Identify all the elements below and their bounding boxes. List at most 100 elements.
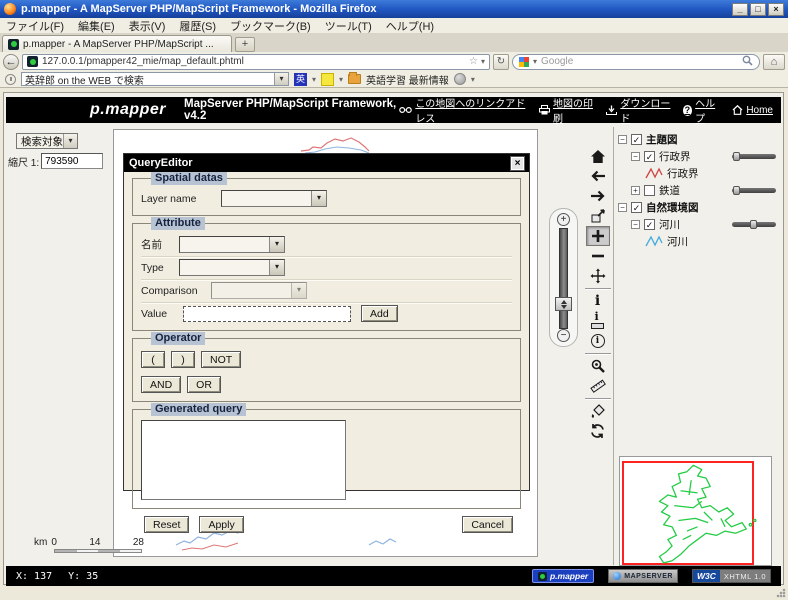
not-button[interactable]: NOT <box>201 351 241 368</box>
collapse-icon[interactable]: − <box>631 220 640 229</box>
layer-checkbox[interactable]: ✓ <box>631 202 642 213</box>
bookmark-item[interactable]: 英語学習 最新情報 <box>366 72 449 87</box>
badge-caret-icon[interactable]: ▾ <box>312 75 316 84</box>
add-button[interactable]: Add <box>361 305 398 322</box>
type-select[interactable]: ▾ <box>179 259 285 276</box>
layer-checkbox[interactable]: ✓ <box>631 134 642 145</box>
quick-search-field[interactable]: 英辞郎 on the WEB で検索 ▾ <box>21 72 289 86</box>
close-paren-button[interactable]: ) <box>171 351 195 368</box>
scale-input[interactable] <box>41 153 103 169</box>
link-map-address[interactable]: この地図へのリンクアドレス <box>399 95 528 125</box>
and-button[interactable]: AND <box>141 376 181 393</box>
search-box[interactable]: ▾ Google <box>512 54 760 70</box>
slider-zoom-in-button[interactable]: + <box>557 213 570 226</box>
link-print-map[interactable]: 地図の印刷 <box>539 95 595 125</box>
opacity-knob[interactable] <box>733 152 740 161</box>
menu-view[interactable]: 表示(V) <box>129 18 166 34</box>
search-engine-dropdown-icon[interactable]: ▾ <box>533 57 537 66</box>
group-label[interactable]: 主題図 <box>646 132 678 147</box>
tree-group-row[interactable]: − ✓ 主題図 <box>618 131 778 148</box>
apply-button[interactable]: Apply <box>199 516 243 533</box>
opacity-slider[interactable] <box>732 153 776 160</box>
opacity-slider[interactable] <box>732 187 776 194</box>
dialog-titlebar[interactable]: QueryEditor × <box>124 154 529 172</box>
menu-file[interactable]: ファイル(F) <box>6 18 64 34</box>
group-label[interactable]: 自然環境図 <box>646 200 699 215</box>
reload-button[interactable]: ↻ <box>493 54 509 70</box>
menu-tools[interactable]: ツール(T) <box>325 18 372 34</box>
refresh-button[interactable] <box>586 421 610 441</box>
zoom-out-button[interactable] <box>586 246 610 266</box>
bookmark-star-icon[interactable]: ☆ <box>469 56 478 67</box>
collapse-icon[interactable]: − <box>631 152 640 161</box>
add-point-button[interactable] <box>586 401 610 421</box>
auto-identify-button[interactable]: i <box>586 331 610 351</box>
reference-map[interactable] <box>619 456 772 566</box>
layer-name-select[interactable]: ▾ <box>221 190 327 207</box>
highlighter-icon[interactable] <box>321 73 334 86</box>
menu-edit[interactable]: 編集(E) <box>78 18 115 34</box>
home-extent-button[interactable] <box>586 146 610 166</box>
comparison-select[interactable]: ▾ <box>211 282 307 299</box>
measure-button[interactable] <box>586 376 610 396</box>
mapserver-badge[interactable]: MAPSERVER <box>608 569 678 583</box>
w3c-xhtml-badge[interactable]: W3C XHTML 1.0 <box>692 569 771 583</box>
opacity-knob[interactable] <box>750 220 757 229</box>
cancel-button[interactable]: Cancel <box>462 516 513 533</box>
tree-layer-row[interactable]: − ✓ 河川 <box>631 216 778 233</box>
badge-caret-icon[interactable]: ▾ <box>471 75 475 84</box>
layer-checkbox[interactable]: ✓ <box>644 151 655 162</box>
zoom-slider-handle[interactable] <box>555 297 572 311</box>
generated-query-textarea[interactable] <box>141 420 346 500</box>
layer-checkbox[interactable]: ✓ <box>644 219 655 230</box>
urlbar-dropdown-icon[interactable]: ▾ <box>481 57 485 66</box>
collapse-icon[interactable]: − <box>618 203 627 212</box>
link-help[interactable]: ? ヘルプ <box>683 95 722 125</box>
url-bar[interactable]: 127.0.0.1/pmapper42_mie/map_default.phtm… <box>22 54 490 70</box>
back-button[interactable]: ← <box>3 54 19 70</box>
menu-help[interactable]: ヘルプ(H) <box>386 18 434 34</box>
search-target-select[interactable]: 検索対象 ▾ <box>16 133 78 149</box>
expand-icon[interactable]: + <box>631 186 640 195</box>
reset-button[interactable]: Reset <box>144 516 189 533</box>
identify-button[interactable]: i <box>586 291 610 311</box>
link-download[interactable]: ダウンロード <box>606 95 671 125</box>
slider-zoom-out-button[interactable]: − <box>557 329 570 342</box>
history-icon[interactable] <box>5 74 16 85</box>
link-home[interactable]: Home <box>732 105 773 116</box>
zoom-in-button[interactable] <box>586 226 610 246</box>
layer-label[interactable]: 鉄道 <box>659 183 680 198</box>
menu-history[interactable]: 履歴(S) <box>179 18 216 34</box>
menu-bookmarks[interactable]: ブックマーク(B) <box>230 18 311 34</box>
layer-label[interactable]: 行政界 <box>659 149 691 164</box>
pan-button[interactable] <box>586 266 610 286</box>
dictionary-badge-icon[interactable]: 英 <box>294 73 307 86</box>
collapse-icon[interactable]: − <box>618 135 627 144</box>
or-button[interactable]: OR <box>187 376 221 393</box>
layer-checkbox[interactable] <box>644 185 655 196</box>
magnifier-icon[interactable] <box>742 55 753 69</box>
open-paren-button[interactable]: ( <box>141 351 165 368</box>
maximize-button[interactable]: □ <box>750 3 766 16</box>
active-tab[interactable]: p.mapper - A MapServer PHP/MapScript ... <box>2 35 232 52</box>
opacity-knob[interactable] <box>733 186 740 195</box>
layer-label[interactable]: 河川 <box>659 217 680 232</box>
back-extent-button[interactable] <box>586 166 610 186</box>
globe-icon[interactable] <box>454 73 466 85</box>
dialog-close-button[interactable]: × <box>511 157 524 170</box>
value-input[interactable] <box>183 306 351 322</box>
minimize-button[interactable]: _ <box>732 3 748 16</box>
tree-group-row[interactable]: − ✓ 自然環境図 <box>618 199 778 216</box>
forward-extent-button[interactable] <box>586 186 610 206</box>
pmapper-badge[interactable]: p.mapper <box>532 569 594 583</box>
select-button[interactable]: i <box>586 311 610 331</box>
opacity-slider[interactable] <box>732 221 776 228</box>
browser-home-button[interactable]: ⌂ <box>763 54 785 70</box>
search-button[interactable] <box>586 356 610 376</box>
quick-search-dropdown[interactable]: ▾ <box>274 73 288 85</box>
new-tab-button[interactable]: + <box>235 37 255 52</box>
badge-caret-icon[interactable]: ▾ <box>339 75 343 84</box>
zoom-slider-track[interactable] <box>559 228 568 329</box>
tree-layer-row[interactable]: − ✓ 行政界 <box>631 148 778 165</box>
zoom-slider[interactable]: + − <box>549 208 578 347</box>
